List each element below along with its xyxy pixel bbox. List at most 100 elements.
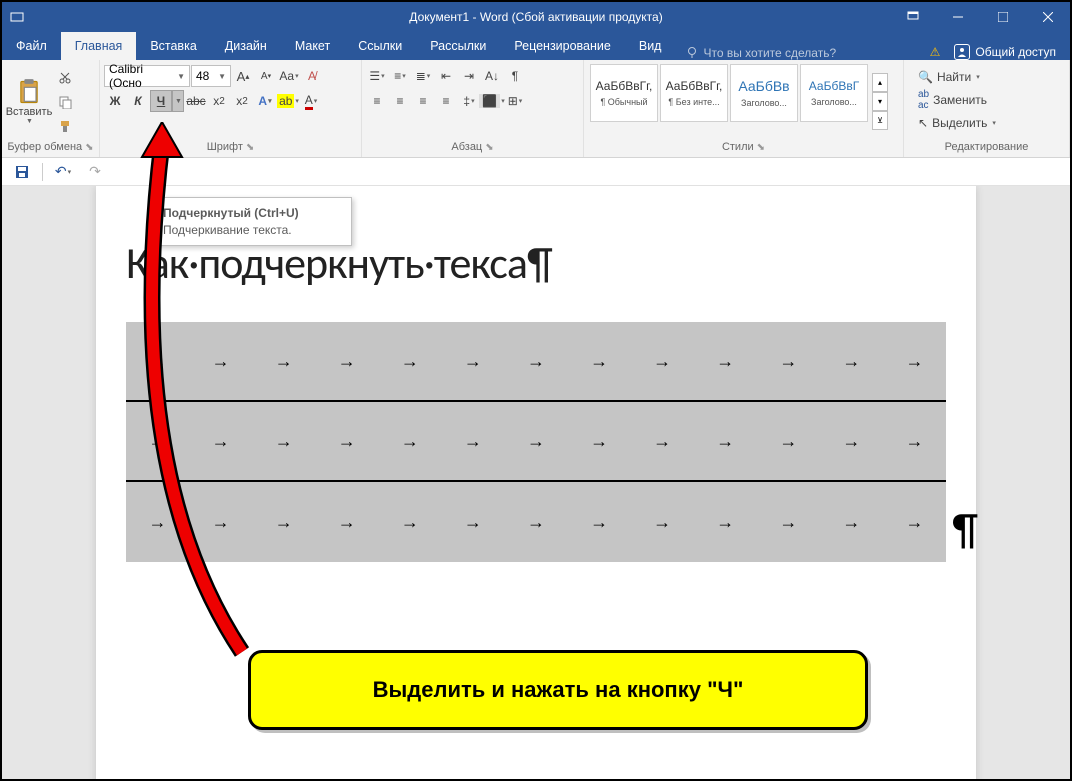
borders-button[interactable]: ⊞▾	[504, 90, 526, 112]
tab-view[interactable]: Вид	[625, 32, 676, 60]
styles-dialog-launcher[interactable]: ⬊	[757, 142, 765, 153]
text-effects-button[interactable]: A▾	[254, 90, 276, 112]
table-cell[interactable]: →	[378, 322, 441, 400]
find-button[interactable]: 🔍Найти▾	[912, 66, 1002, 88]
ribbon-display-icon[interactable]	[890, 2, 935, 32]
minimize-button[interactable]	[935, 2, 980, 32]
numbering-button[interactable]: ≡▾	[389, 65, 411, 87]
table-cell[interactable]: →	[820, 322, 883, 400]
table-cell[interactable]: →	[631, 322, 694, 400]
undo-button[interactable]: ↶▾	[51, 160, 75, 184]
shading-button[interactable]: ⬛▾	[481, 90, 503, 112]
table-cell[interactable]: →	[189, 402, 252, 480]
format-painter-button[interactable]	[54, 115, 76, 137]
table-cell[interactable]: →	[126, 402, 189, 480]
bullets-button[interactable]: ☰▾	[366, 65, 388, 87]
highlight-button[interactable]: ab▾	[277, 90, 299, 112]
table-cell[interactable]: →	[631, 402, 694, 480]
italic-button[interactable]: К	[127, 90, 149, 112]
line-spacing-button[interactable]: ‡▾	[458, 90, 480, 112]
table-row[interactable]: →→→→→→→→→→→→→	[126, 482, 946, 562]
align-right-button[interactable]: ≡	[412, 90, 434, 112]
table-cell[interactable]: →	[189, 482, 252, 562]
table-cell[interactable]: →	[252, 482, 315, 562]
share-button[interactable]: Общий доступ	[954, 44, 1056, 60]
font-size-combo[interactable]: 48▼	[191, 65, 231, 87]
table-row[interactable]: →→→→→→→→→→→→→	[126, 402, 946, 482]
bold-button[interactable]: Ж	[104, 90, 126, 112]
table-cell[interactable]: →	[757, 402, 820, 480]
cut-button[interactable]	[54, 67, 76, 89]
table-cell[interactable]: →	[315, 482, 378, 562]
select-button[interactable]: ↖Выделить▾	[912, 112, 1002, 134]
maximize-button[interactable]	[980, 2, 1025, 32]
redo-button[interactable]: ↷	[83, 160, 107, 184]
table-cell[interactable]: →	[694, 402, 757, 480]
table-cell[interactable]: →	[757, 482, 820, 562]
table-cell[interactable]: →	[883, 402, 946, 480]
align-left-button[interactable]: ≡	[366, 90, 388, 112]
align-center-button[interactable]: ≡	[389, 90, 411, 112]
clear-formatting-button[interactable]: A̸	[301, 65, 323, 87]
table-cell[interactable]: →	[252, 402, 315, 480]
tab-file[interactable]: Файл	[2, 32, 61, 60]
table-cell[interactable]: →	[252, 322, 315, 400]
table-cell[interactable]: →	[378, 402, 441, 480]
tab-mailings[interactable]: Рассылки	[416, 32, 500, 60]
change-case-button[interactable]: Aa▾	[278, 65, 300, 87]
table-cell[interactable]: →	[820, 402, 883, 480]
table-cell[interactable]: →	[441, 482, 504, 562]
close-button[interactable]	[1025, 2, 1070, 32]
table-cell[interactable]: →	[883, 322, 946, 400]
styles-up-button[interactable]: ▴	[872, 73, 888, 92]
table-cell[interactable]: →	[378, 482, 441, 562]
table-row[interactable]: →→→→→→→→→→→→→	[126, 322, 946, 402]
table-cell[interactable]: →	[568, 482, 631, 562]
table-cell[interactable]: →	[757, 322, 820, 400]
show-marks-button[interactable]: ¶	[504, 65, 526, 87]
tab-review[interactable]: Рецензирование	[500, 32, 625, 60]
justify-button[interactable]: ≡	[435, 90, 457, 112]
subscript-button[interactable]: x2	[208, 90, 230, 112]
decrease-indent-button[interactable]: ⇤	[435, 65, 457, 87]
paragraph-dialog-launcher[interactable]: ⬊	[485, 142, 493, 153]
table-cell[interactable]: →	[315, 402, 378, 480]
tab-design[interactable]: Дизайн	[211, 32, 281, 60]
sort-button[interactable]: A↓	[481, 65, 503, 87]
table-cell[interactable]: →	[126, 322, 189, 400]
copy-button[interactable]	[54, 91, 76, 113]
styles-more-button[interactable]: ⊻	[872, 111, 888, 130]
table-cell[interactable]: →	[441, 322, 504, 400]
font-dialog-launcher[interactable]: ⬊	[246, 142, 254, 153]
style-normal[interactable]: АаБбВвГг,¶ Обычный	[590, 64, 658, 122]
table-cell[interactable]: →	[631, 482, 694, 562]
table-cell[interactable]: →	[820, 482, 883, 562]
table-cell[interactable]: →	[441, 402, 504, 480]
table-cell[interactable]: →	[694, 482, 757, 562]
table-cell[interactable]: →	[126, 482, 189, 562]
table-cell[interactable]: →	[568, 322, 631, 400]
style-no-spacing[interactable]: АаБбВвГг,¶ Без инте...	[660, 64, 728, 122]
table-cell[interactable]: →	[504, 482, 567, 562]
strikethrough-button[interactable]: abc	[185, 90, 207, 112]
table-cell[interactable]: →	[315, 322, 378, 400]
chevron-down-icon[interactable]: ▼	[218, 72, 226, 81]
tab-insert[interactable]: Вставка	[136, 32, 210, 60]
style-heading2[interactable]: АаБбВвГЗаголово...	[800, 64, 868, 122]
replace-button[interactable]: abacЗаменить	[912, 89, 1002, 111]
shrink-font-button[interactable]: A▾	[255, 65, 277, 87]
table-cell[interactable]: →	[189, 322, 252, 400]
multilevel-button[interactable]: ≣▾	[412, 65, 434, 87]
style-heading1[interactable]: АаБбВвЗаголово...	[730, 64, 798, 122]
underline-button[interactable]: Ч	[150, 90, 172, 112]
table-cell[interactable]: →	[568, 402, 631, 480]
font-name-combo[interactable]: Calibri (Осно▼	[104, 65, 190, 87]
tell-me-search[interactable]: Что вы хотите сделать?	[675, 46, 846, 60]
superscript-button[interactable]: x2	[231, 90, 253, 112]
table-cell[interactable]: →	[504, 402, 567, 480]
paste-button[interactable]: Вставить ▼	[6, 62, 52, 141]
table-cell[interactable]: →	[504, 322, 567, 400]
tab-home[interactable]: Главная	[61, 32, 137, 60]
increase-indent-button[interactable]: ⇥	[458, 65, 480, 87]
tab-references[interactable]: Ссылки	[344, 32, 416, 60]
